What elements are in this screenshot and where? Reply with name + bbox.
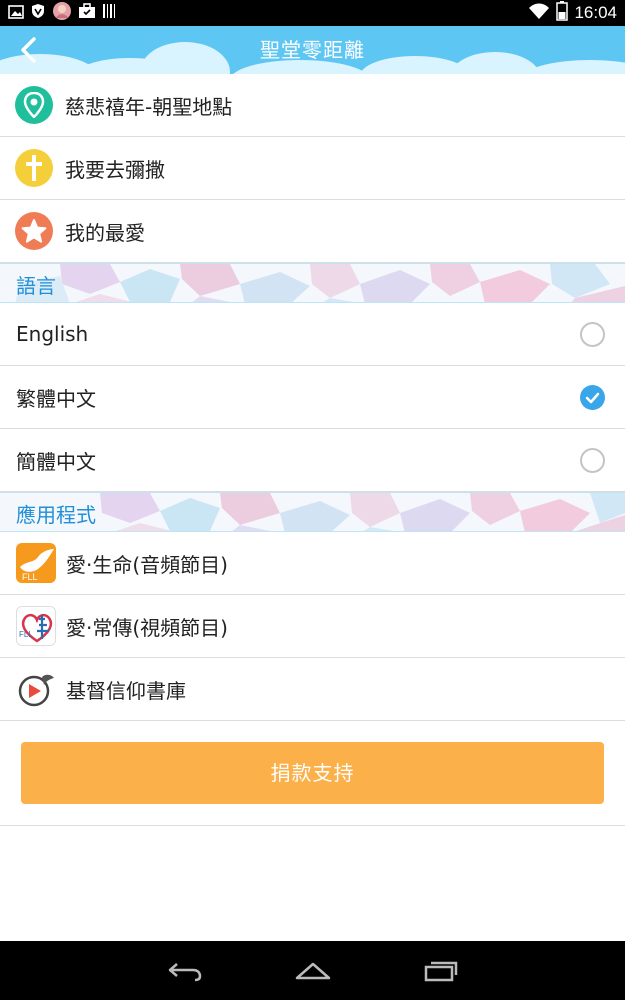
app-item-bible-library[interactable]: 基督信仰書庫 [0,658,625,721]
menu-item-label: 慈悲禧年-朝聖地點 [65,94,233,119]
cross-icon [15,149,53,187]
app-label: 愛‧常傳(視頻節目) [66,615,228,640]
status-bar: 16:04 [0,0,625,26]
app-item-fll-video[interactable]: FLL 愛‧常傳(視頻節目) [0,595,625,658]
language-label: 簡體中文 [16,449,96,474]
app-avatar-icon [52,1,72,25]
battery-icon [556,1,569,25]
fll-dove-app-icon: FLL [16,543,56,583]
location-pin-icon [15,86,53,124]
language-label: 繁體中文 [16,386,96,411]
radio-button-checked[interactable] [580,385,605,410]
section-title: 應用程式 [16,503,96,527]
chevron-left-icon [12,37,48,70]
briefcase-icon [78,3,96,23]
shield-icon [30,3,46,23]
main-content: 慈悲禧年-朝聖地點 我要去彌撒 我的最愛 語言 English 繁體中文 簡體中… [0,74,625,826]
language-option-simplified-chinese[interactable]: 簡體中文 [0,429,625,492]
svg-text:FLL: FLL [19,630,33,639]
section-title: 語言 [16,274,56,298]
menu-item-label: 我的最愛 [65,220,145,245]
recents-nav-icon[interactable] [421,956,461,986]
language-label: English [16,322,89,346]
language-option-english[interactable]: English [0,303,625,366]
barcode-icon [102,3,116,23]
menu-item-mass[interactable]: 我要去彌撒 [0,137,625,200]
svg-text:FLL: FLL [22,572,38,582]
menu-item-label: 我要去彌撒 [65,157,165,182]
checkmark-icon [585,392,600,404]
clock: 16:04 [574,3,617,22]
star-icon [15,212,53,250]
back-button[interactable] [12,34,48,66]
image-icon [8,4,24,23]
section-header-language: 語言 [0,263,625,303]
system-nav-bar [0,941,625,1000]
bible-app-icon [16,669,56,709]
fll-heart-app-icon: FLL [16,606,56,646]
page-title: 聖堂零距離 [260,38,365,62]
mosaic-background [15,264,625,302]
app-label: 基督信仰書庫 [66,678,186,703]
radio-button[interactable] [580,448,605,473]
language-option-traditional-chinese[interactable]: 繁體中文 [0,366,625,429]
app-item-fll-audio[interactable]: FLL 愛‧生命(音頻節目) [0,532,625,595]
wifi-icon [528,2,550,24]
home-nav-icon[interactable] [293,956,333,986]
radio-button[interactable] [580,322,605,347]
app-label: 愛‧生命(音頻節目) [66,552,228,577]
donate-area: 捐款支持 [0,721,625,826]
back-nav-icon[interactable] [165,956,205,986]
app-header: 聖堂零距離 [0,26,625,74]
section-header-apps: 應用程式 [0,492,625,532]
donate-button[interactable]: 捐款支持 [21,742,604,804]
menu-item-favorites[interactable]: 我的最愛 [0,200,625,263]
menu-item-pilgrimage[interactable]: 慈悲禧年-朝聖地點 [0,74,625,137]
